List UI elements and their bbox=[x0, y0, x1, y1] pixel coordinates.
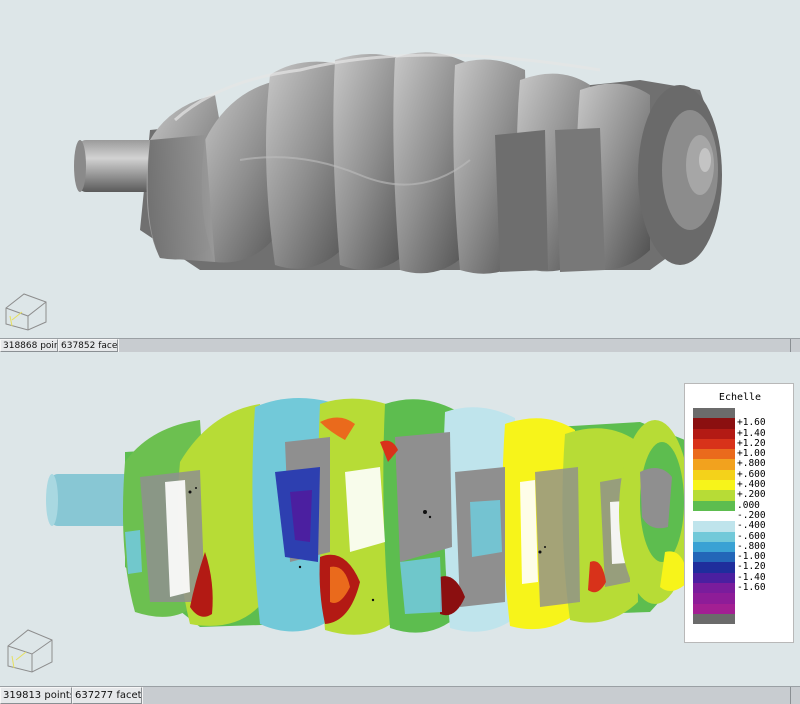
legend-swatch bbox=[693, 613, 735, 625]
facet-count: 637852 facets bbox=[58, 339, 118, 352]
point-count: 318868 points bbox=[0, 339, 58, 352]
legend-swatch bbox=[693, 449, 735, 460]
legend-scale: +1.60 +1.40 +1.20 +1.00 +.800 +.600 +.400 +.200… bbox=[693, 408, 789, 625]
legend-swatch bbox=[693, 490, 735, 501]
legend-swatch bbox=[693, 541, 735, 553]
scanned-crankshaft-model[interactable] bbox=[0, 0, 800, 338]
legend-swatch bbox=[693, 418, 735, 429]
legend-swatch bbox=[693, 459, 735, 470]
legend-swatch bbox=[693, 552, 735, 563]
top-status-bar: 318868 points 637852 facets bbox=[0, 338, 800, 352]
legend-swatch bbox=[693, 562, 735, 573]
legend-swatch bbox=[693, 500, 735, 511]
legend-title: Echelle bbox=[718, 392, 762, 403]
point-count: 319813 points bbox=[0, 687, 72, 704]
legend-swatch bbox=[693, 531, 735, 542]
legend-row: -1.60 bbox=[693, 582, 789, 594]
front-shaft bbox=[50, 474, 135, 526]
legend-swatch bbox=[693, 510, 735, 522]
orientation-axes-icon-bottom bbox=[7, 629, 53, 673]
legend-row bbox=[693, 593, 789, 604]
bottom-status-bar: 319813 points 637277 facets bbox=[0, 686, 800, 704]
deviation-viewport[interactable] bbox=[0, 352, 800, 686]
legend-swatch bbox=[693, 521, 735, 532]
legend-label: -1.60 bbox=[737, 582, 766, 594]
comparison-window: 318868 points 637852 facets bbox=[0, 0, 800, 704]
legend-row bbox=[693, 603, 789, 614]
orientation-axes-icon bbox=[5, 293, 47, 331]
legend-swatch bbox=[693, 572, 735, 584]
legend-row bbox=[693, 613, 789, 625]
legend-swatch bbox=[693, 480, 735, 491]
legend-swatch bbox=[693, 469, 735, 481]
facet-count: 637277 facets bbox=[72, 687, 142, 704]
legend-swatch bbox=[693, 428, 735, 439]
legend-swatch bbox=[693, 593, 735, 604]
color-scale-legend: Echelle +1.60 +1.40 +1.20 +1.00 +.800 +.600 +.… bbox=[684, 383, 794, 643]
scan-viewport[interactable] bbox=[0, 0, 800, 338]
legend-swatch bbox=[693, 603, 735, 614]
legend-swatch bbox=[693, 438, 735, 450]
deviation-map-crankshaft[interactable] bbox=[0, 352, 800, 686]
legend-swatch bbox=[693, 408, 735, 419]
legend-swatch bbox=[693, 583, 735, 594]
